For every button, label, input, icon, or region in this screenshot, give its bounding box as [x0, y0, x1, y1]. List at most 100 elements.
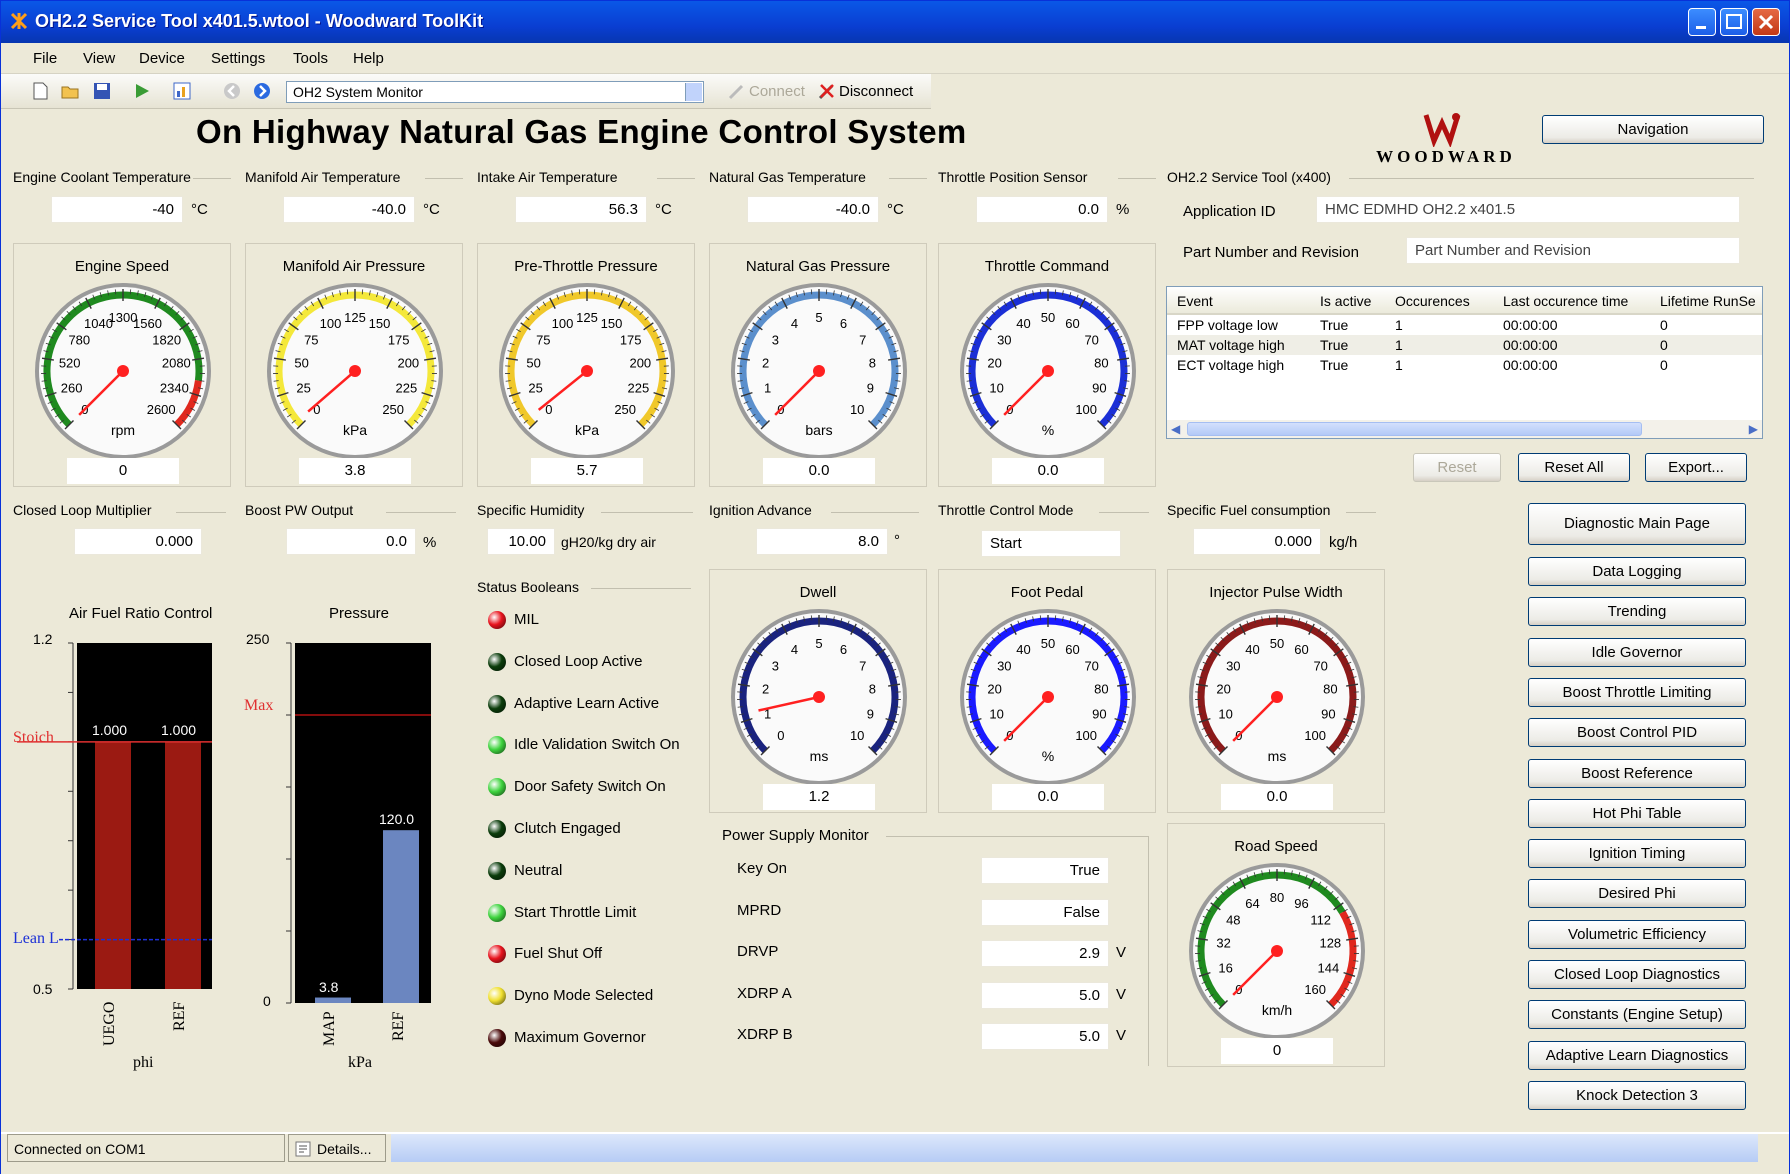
menu-device[interactable]: Device [139, 50, 185, 67]
reset-button[interactable]: Reset [1413, 453, 1501, 482]
gauge-tick-label: 60 [1065, 316, 1079, 331]
forward-icon[interactable] [253, 82, 271, 100]
nav-button[interactable]: Trending [1528, 597, 1746, 627]
status-boolean-label: Door Safety Switch On [514, 778, 666, 796]
menu-file[interactable]: File [33, 50, 57, 67]
disconnect-icon [818, 84, 834, 100]
nav-button[interactable]: Constants (Engine Setup) [1528, 1000, 1746, 1030]
close-button[interactable] [1752, 8, 1780, 36]
close-icon [1758, 14, 1774, 30]
gauge-tick-label: 100 [1075, 728, 1097, 743]
scroll-left-icon[interactable]: ◀ [1171, 422, 1180, 436]
export-button[interactable]: Export... [1645, 453, 1747, 482]
table-row[interactable]: MAT voltage high True 1 00:00:00 0 [1167, 335, 1762, 355]
status-boolean-label: MIL [514, 611, 540, 628]
minimize-button[interactable] [1688, 8, 1716, 36]
gauge-hub [813, 365, 825, 377]
col-occurences[interactable]: Occurences [1395, 293, 1470, 309]
events-horizontal-scrollbar[interactable]: ◀ ▶ [1167, 420, 1762, 438]
status-led-icon [488, 611, 506, 629]
col-is-active[interactable]: Is active [1320, 293, 1371, 309]
table-cell: FPP voltage low [1177, 317, 1278, 333]
power-supply-value: True [981, 857, 1109, 884]
gauge-value: 5.7 [531, 458, 643, 484]
menu-tools[interactable]: Tools [293, 50, 328, 67]
nav-button[interactable]: Data Logging [1528, 557, 1746, 586]
gauge-unit: rpm [111, 422, 135, 438]
nav-button[interactable]: Boost Throttle Limiting [1528, 677, 1746, 707]
specific-humidity-label: Specific Humidity [477, 502, 585, 518]
chevron-down-icon[interactable] [685, 83, 702, 101]
boost-unit: % [423, 534, 437, 551]
gauge-title: Manifold Air Pressure [282, 258, 426, 275]
woodward-logo-icon [1423, 113, 1461, 149]
scrollbar-thumb[interactable] [1187, 422, 1642, 436]
table-cell: 0 [1660, 357, 1668, 373]
properties-icon[interactable] [173, 82, 191, 100]
back-icon[interactable] [223, 82, 241, 100]
nav-button[interactable]: Desired Phi [1528, 879, 1746, 909]
gauge-tick-label: 50 [1041, 636, 1055, 651]
gauge-title: Foot Pedal [1010, 584, 1084, 601]
navigation-button[interactable]: Navigation [1542, 115, 1764, 144]
nav-button[interactable]: Boost Control PID [1528, 718, 1746, 748]
disconnect-button[interactable]: Disconnect [839, 83, 913, 100]
scroll-right-icon[interactable]: ▶ [1749, 422, 1758, 436]
save-icon[interactable] [93, 82, 111, 100]
power-supply-monitor-label: Power Supply Monitor [722, 827, 869, 844]
ref-value-label: 1.000 [161, 722, 197, 738]
gauge-tick-label: 2 [762, 356, 769, 371]
maximize-button[interactable] [1720, 8, 1748, 36]
gauge-tick-label: 75 [304, 332, 318, 347]
gauge-tick-label: 200 [629, 356, 651, 371]
gauge-tick-label: 100 [1075, 402, 1097, 417]
gauge-tick-label: 0 [777, 728, 784, 743]
connect-button[interactable]: Connect [749, 83, 805, 100]
col-last-occurence[interactable]: Last occurence time [1503, 293, 1628, 309]
gauge-tick-label: 225 [396, 381, 418, 396]
status-boolean-label: Adaptive Learn Active [514, 694, 660, 712]
open-folder-icon[interactable] [61, 82, 79, 100]
gauge-tick-label: 9 [867, 381, 874, 396]
run-icon[interactable] [133, 82, 151, 100]
gauge-unit: ms [1268, 748, 1287, 764]
nav-button[interactable]: Diagnostic Main Page [1528, 503, 1746, 545]
nav-button[interactable]: Adaptive Learn Diagnostics [1528, 1040, 1746, 1070]
gauge-tick-label: 150 [601, 316, 623, 331]
table-cell: 0 [1660, 317, 1668, 333]
gauge-panel: Pre-Throttle Pressure 0 25 50 75 100 125 150 175… [477, 243, 695, 487]
gauge-unit: % [1042, 422, 1054, 438]
gauge-tick-label: 50 [1270, 636, 1284, 651]
gauge-tick-label: 40 [1016, 642, 1030, 657]
details-button[interactable]: Details... [288, 1134, 386, 1162]
col-lifetime-runse[interactable]: Lifetime RunSe [1660, 293, 1756, 309]
table-row[interactable]: ECT voltage high True 1 00:00:00 0 [1167, 355, 1762, 375]
page-select[interactable]: OH2 System Monitor [286, 81, 704, 103]
part-number-field[interactable]: Part Number and Revision [1406, 237, 1740, 264]
nav-button[interactable]: Closed Loop Diagnostics [1528, 960, 1746, 989]
application-id-field[interactable]: HMC EDMHD OH2.2 x401.5 [1316, 196, 1740, 223]
table-row[interactable]: FPP voltage low True 1 00:00:00 0 [1167, 315, 1762, 335]
pressure-xlabel: kPa [348, 1054, 372, 1071]
nav-button[interactable]: Boost Reference [1528, 758, 1746, 788]
reset-all-button[interactable]: Reset All [1518, 453, 1630, 482]
nav-button[interactable]: Hot Phi Table [1528, 798, 1746, 828]
col-event[interactable]: Event [1177, 293, 1213, 309]
power-supply-value: 5.0 [981, 1023, 1109, 1050]
title-bar[interactable]: OH2.2 Service Tool x401.5.wtool - Woodwa… [1, 1, 1789, 43]
gauge-tick-label: 8 [869, 682, 876, 697]
new-file-icon[interactable] [31, 82, 49, 100]
nav-button[interactable]: Knock Detection 3 [1528, 1080, 1746, 1110]
nav-button[interactable]: Idle Governor [1528, 637, 1746, 667]
menu-settings[interactable]: Settings [211, 50, 265, 67]
menu-view[interactable]: View [83, 50, 115, 67]
status-led-icon [488, 694, 506, 713]
gauge-title: Engine Speed [74, 258, 170, 275]
events-table[interactable]: Event Is active Occurences Last occurenc… [1166, 286, 1763, 439]
nav-button[interactable]: Ignition Timing [1528, 839, 1746, 869]
gauge-tick-label: 80 [1323, 682, 1337, 697]
nav-button[interactable]: Volumetric Efficiency [1528, 919, 1746, 949]
menu-help[interactable]: Help [353, 50, 384, 67]
table-cell: ECT voltage high [1177, 357, 1285, 373]
gauge-hub [117, 365, 129, 377]
